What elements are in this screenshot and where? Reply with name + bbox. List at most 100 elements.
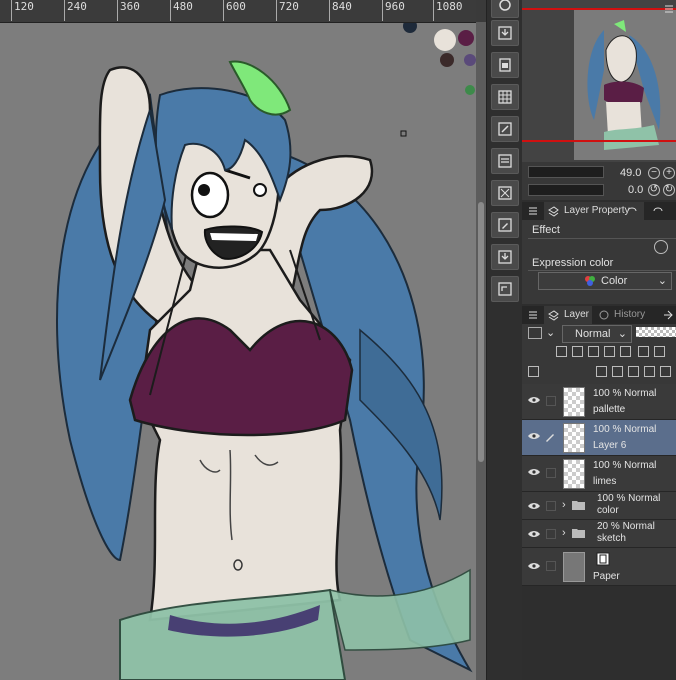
ruler-tick: 240 <box>64 0 87 21</box>
new-raster-layer-icon[interactable] <box>596 366 607 377</box>
chevron-right-icon[interactable]: › <box>562 527 566 539</box>
grid-icon <box>498 90 512 104</box>
layer-property-tabstrip: Layer Property <box>522 202 676 220</box>
file-edit-icon <box>498 122 512 136</box>
zoom-value[interactable]: 49.0 <box>620 167 641 179</box>
new-vector-layer-icon[interactable] <box>612 366 623 377</box>
layer-row-color-folder[interactable]: › 100 % Normal color <box>522 492 676 520</box>
tab-extra-icon-2[interactable] <box>652 206 666 216</box>
pencil-icon <box>498 218 512 232</box>
layer-row-paper[interactable]: Paper <box>522 548 676 586</box>
layer-row-layer-6[interactable]: 100 % Normal Layer 6 <box>522 420 676 456</box>
new-folder-icon[interactable] <box>628 366 639 377</box>
layer-name: color <box>597 505 619 516</box>
layer-lock-checkbox[interactable] <box>546 561 556 571</box>
paper-icon <box>596 552 610 566</box>
drawing-canvas[interactable] <box>0 0 476 680</box>
file-edit-button[interactable] <box>491 116 519 142</box>
artwork-illustration <box>56 19 476 680</box>
eye-icon[interactable] <box>528 562 540 570</box>
transform-icon <box>498 186 512 200</box>
color-circles-icon <box>585 276 595 286</box>
ruler-tick: 840 <box>329 0 352 21</box>
transform-button[interactable] <box>491 180 519 206</box>
zoom-out-icon[interactable]: − <box>648 167 660 179</box>
layer-action-icons <box>528 366 676 378</box>
eye-icon[interactable] <box>528 432 540 440</box>
layer-lock-checkbox[interactable] <box>546 501 556 511</box>
rotate-right-icon[interactable]: ↻ <box>663 184 675 196</box>
layer-lock-checkbox[interactable] <box>546 396 556 406</box>
eye-icon[interactable] <box>528 396 540 404</box>
divider <box>528 270 676 271</box>
pencil-icon <box>546 434 554 442</box>
merge-layer-icon[interactable] <box>660 366 671 377</box>
tab-extra-icon[interactable] <box>626 206 640 216</box>
ruler-tick: 960 <box>382 0 405 21</box>
navigator-frame-bottom <box>522 140 676 142</box>
chevron-down-icon: ⌄ <box>657 275 667 287</box>
layer-row-pallette[interactable]: 100 % Normal pallette <box>522 384 676 420</box>
paper-thumbnail <box>563 552 585 582</box>
eye-icon[interactable] <box>528 502 540 510</box>
rotation-value[interactable]: 0.0 <box>628 184 643 196</box>
more-icon[interactable] <box>654 346 665 357</box>
layer-row-limes[interactable]: 100 % Normal limes <box>522 456 676 492</box>
layer-copy-button[interactable] <box>491 148 519 174</box>
layer-row-sketch-folder[interactable]: › 20 % Normal sketch <box>522 520 676 548</box>
navigator-controls: 49.0 − + 0.0 ↺ ↻ <box>522 162 676 200</box>
draft-icon[interactable] <box>588 346 599 357</box>
panel-menu-icon[interactable] <box>528 206 538 216</box>
navigator-menu-icon[interactable] <box>664 4 676 14</box>
layer-opacity-mode: 20 % Normal <box>597 521 655 532</box>
layer-name: sketch <box>597 533 626 544</box>
rotate-slider[interactable] <box>528 184 604 196</box>
tab-label: History <box>614 309 646 320</box>
import-button[interactable] <box>491 20 519 46</box>
tab-label: Layer Property <box>564 205 630 216</box>
tab-extra-icon[interactable] <box>662 310 674 320</box>
layers-icon <box>548 310 559 321</box>
layer-lock-checkbox[interactable] <box>546 468 556 478</box>
opacity-slider[interactable] <box>636 327 676 337</box>
undo-button[interactable] <box>491 0 519 18</box>
expression-color-dropdown[interactable]: Color ⌄ <box>538 272 672 290</box>
panel-menu-icon[interactable] <box>528 310 538 320</box>
panel-toggle-icon[interactable] <box>528 366 539 377</box>
share-button[interactable] <box>491 276 519 302</box>
grid-button[interactable] <box>491 84 519 110</box>
chevron-right-icon[interactable]: › <box>562 499 566 511</box>
layers-icon <box>498 154 512 168</box>
scrollbar-thumb[interactable] <box>478 202 484 462</box>
clip-icon[interactable] <box>572 346 583 357</box>
layer-lock-checkbox[interactable] <box>546 529 556 539</box>
save-button[interactable] <box>491 52 519 78</box>
copy-layer-icon[interactable] <box>644 366 655 377</box>
zoom-slider[interactable] <box>528 166 604 178</box>
reference-icon[interactable] <box>556 346 567 357</box>
horizontal-ruler: 120 240 360 480 600 720 840 960 1080 <box>0 0 476 23</box>
layer-color-icon[interactable] <box>528 327 542 339</box>
zoom-in-icon[interactable]: + <box>663 167 675 179</box>
download-icon <box>498 250 512 264</box>
layer-property-icon <box>548 206 559 217</box>
chevron-down-icon[interactable]: ⌄ <box>546 326 555 339</box>
layer-name: Layer 6 <box>593 440 627 451</box>
eye-icon[interactable] <box>528 530 540 538</box>
folder-icon <box>572 529 585 538</box>
blend-mode-dropdown[interactable]: Normal ⌄ <box>562 325 632 343</box>
hand-icon <box>499 0 511 11</box>
navigator-preview[interactable] <box>574 10 676 160</box>
layer-lock-icons <box>556 346 676 358</box>
rotate-left-icon[interactable]: ↺ <box>648 184 660 196</box>
effect-label: Effect <box>532 224 560 236</box>
edit-button[interactable] <box>491 212 519 238</box>
export-button[interactable] <box>491 244 519 270</box>
lock-icon[interactable] <box>604 346 615 357</box>
lock-transparency-icon[interactable] <box>620 346 631 357</box>
eye-icon[interactable] <box>528 468 540 476</box>
history-icon <box>598 310 610 320</box>
mask-icon[interactable] <box>638 346 649 357</box>
effect-toggle-icon[interactable] <box>654 240 668 254</box>
canvas-vertical-scrollbar[interactable] <box>476 22 486 680</box>
